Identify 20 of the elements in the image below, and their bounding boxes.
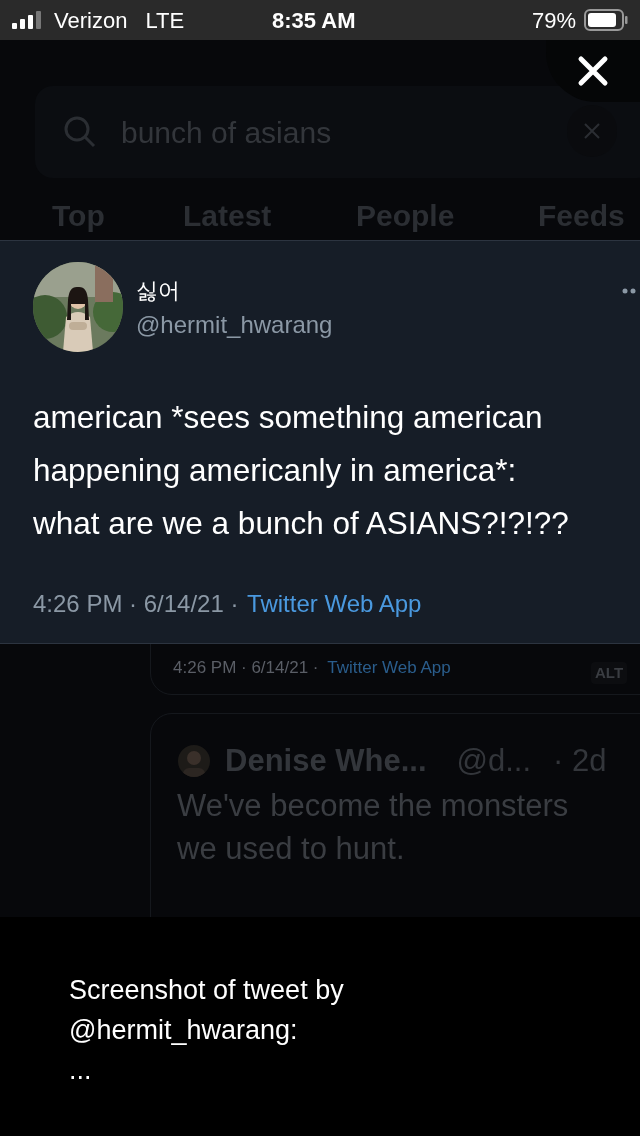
more-icon bbox=[622, 288, 636, 294]
avatar-icon bbox=[177, 744, 211, 778]
close-icon bbox=[582, 121, 602, 141]
battery-icon bbox=[584, 8, 628, 32]
alt-text: Screenshot of tweet by @hermit_hwarang: ... bbox=[69, 974, 345, 1087]
signal-icon bbox=[12, 10, 44, 30]
tweet-timestamp: 4:26 PM · 6/14/21 · bbox=[173, 656, 320, 679]
network-label: LTE bbox=[145, 6, 185, 35]
author-handle: @hermit_hwarang bbox=[136, 310, 333, 340]
close-button[interactable] bbox=[546, 40, 640, 102]
close-icon bbox=[577, 55, 609, 87]
author-name: 싫어 bbox=[136, 277, 180, 305]
source-link[interactable]: Twitter Web App bbox=[327, 654, 451, 680]
search-icon bbox=[63, 115, 97, 149]
tweet-timestamp: 4:26 PM · 6/14/21 · bbox=[33, 589, 240, 619]
clock-time: 8:35 AM bbox=[272, 6, 356, 35]
tweet-text: american *sees something american happening americanly in america*: what are we a bunch of ASIANS?!?!?? bbox=[33, 398, 569, 543]
source-link[interactable]: Twitter Web App bbox=[247, 586, 422, 622]
carrier-label: Verizon bbox=[54, 6, 128, 35]
battery-percent: 79% bbox=[531, 6, 576, 35]
